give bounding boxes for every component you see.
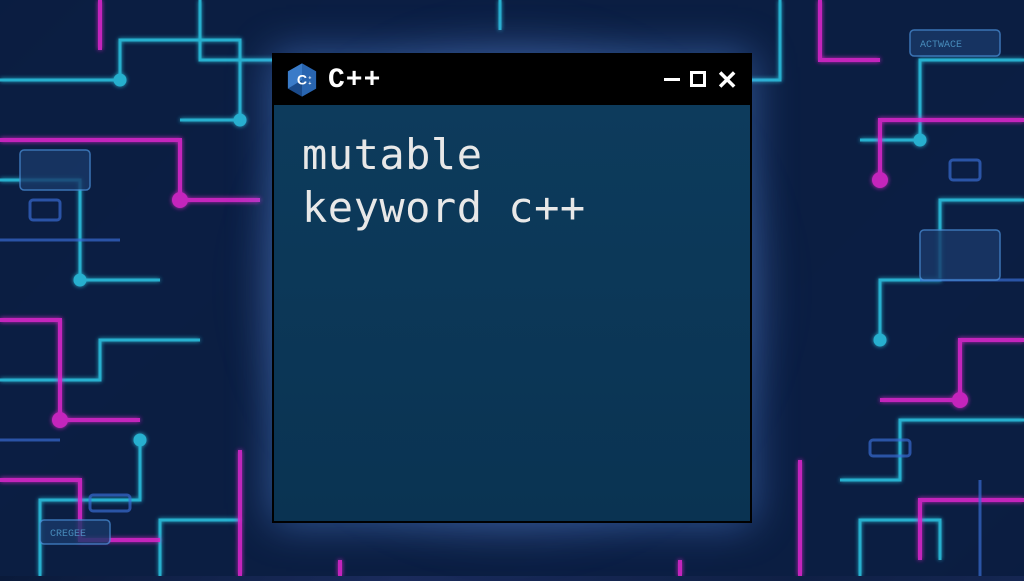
cpp-logo-icon: C + +: [286, 62, 318, 98]
svg-text:CREGEE: CREGEE: [50, 529, 86, 540]
body-line-2: keyword c++: [302, 182, 722, 235]
application-window: C + + C++ ✕ mutable keyword c++: [272, 53, 752, 523]
titlebar[interactable]: C + + C++ ✕: [274, 55, 750, 105]
svg-text:+: +: [308, 81, 311, 87]
window-body: mutable keyword c++: [274, 105, 750, 521]
close-icon[interactable]: ✕: [716, 67, 738, 93]
maximize-icon[interactable]: [690, 67, 706, 93]
svg-text:ACTWACE: ACTWACE: [920, 40, 962, 51]
svg-text:+: +: [308, 75, 311, 81]
titlebar-left: C + + C++: [286, 62, 381, 98]
window-controls: ✕: [664, 67, 738, 93]
body-text: mutable keyword c++: [302, 129, 722, 234]
svg-text:C: C: [297, 71, 307, 87]
minimize-icon[interactable]: [664, 67, 680, 93]
body-line-1: mutable: [302, 129, 722, 182]
window-title: C++: [328, 65, 381, 96]
